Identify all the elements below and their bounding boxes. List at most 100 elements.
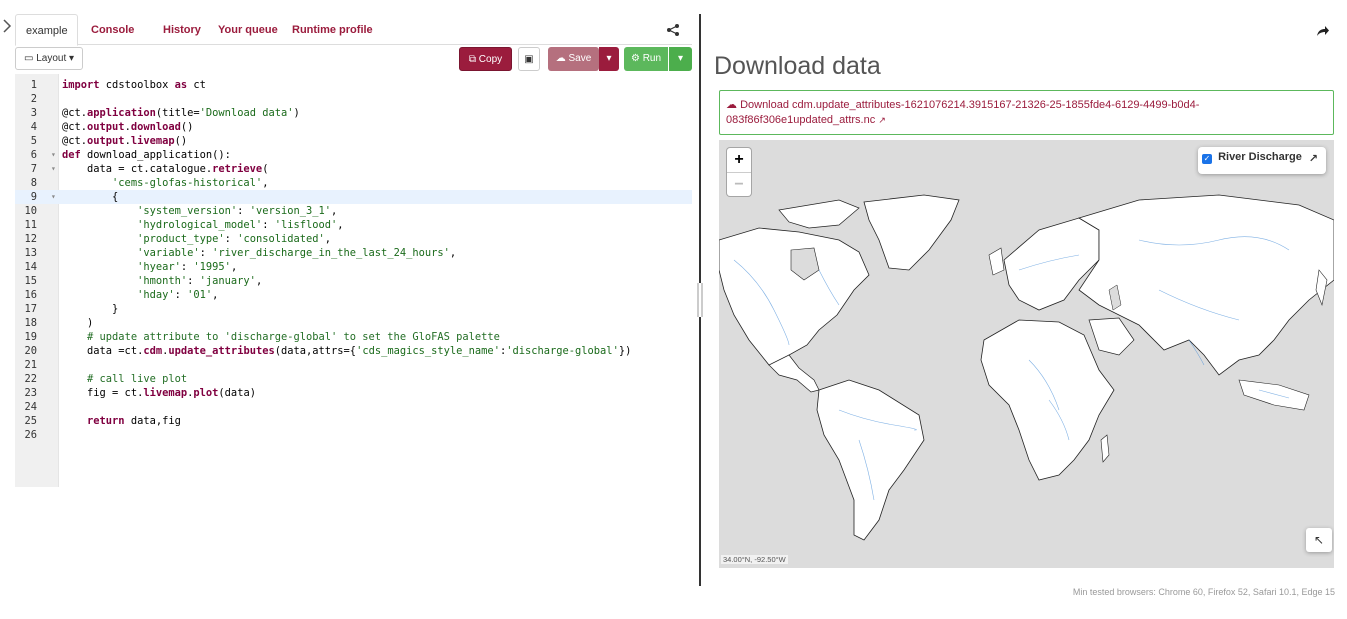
save-options-button[interactable]: ▾ — [599, 47, 619, 71]
code-line[interactable]: 22 # call live plot — [15, 372, 692, 386]
british-isles — [988, 247, 1005, 276]
fold-icon[interactable]: ▾ — [51, 190, 56, 204]
line-number: 7 — [30, 163, 37, 175]
africa — [980, 319, 1115, 481]
line-number: 6 — [30, 149, 37, 161]
cursor-coordinates: 34.00°N, -92.50°W — [721, 555, 788, 564]
madagascar — [1100, 434, 1110, 463]
code-line[interactable]: 25 return data,fig — [15, 414, 692, 428]
run-button[interactable]: ⚙ Run — [624, 47, 668, 71]
code-text: # update attribute to 'discharge-global'… — [87, 331, 500, 343]
tab-runtime-profile[interactable]: Runtime profile — [282, 14, 383, 46]
code-line[interactable]: 10 'system_version': 'version_3_1', — [15, 204, 692, 218]
line-number: 12 — [24, 233, 37, 245]
run-label: Run — [642, 53, 662, 64]
code-line[interactable]: 8 'cems-glofas-historical', — [15, 176, 692, 190]
zoom-in-button[interactable]: + — [727, 148, 751, 172]
code-line[interactable]: 20 data =ct.cdm.update_attributes(data,a… — [15, 344, 692, 358]
tab-console[interactable]: Console — [81, 14, 144, 46]
code-line[interactable]: 13 'variable': 'river_discharge_in_the_l… — [15, 246, 692, 260]
code-line[interactable]: 18 ) — [15, 316, 692, 330]
code-line[interactable]: 11 'hydrological_model': 'lisflood', — [15, 218, 692, 232]
north-america — [719, 227, 870, 371]
layout-dropdown[interactable]: ▭ Layout ▾ — [15, 47, 84, 70]
code-line[interactable]: 17 } — [15, 302, 692, 316]
resize-handle[interactable] — [697, 283, 703, 317]
zoom-control: + − — [727, 148, 751, 196]
line-number: 13 — [24, 247, 37, 259]
save-button[interactable]: ☁ Save — [548, 47, 599, 71]
code-line[interactable]: 24 — [15, 400, 692, 414]
download-link[interactable]: ☁ Download cdm.update_attributes-1621076… — [719, 90, 1334, 135]
code-text: 'system_version': 'version_3_1', — [137, 205, 338, 217]
layer-checkbox[interactable]: ✓ — [1202, 154, 1212, 164]
layer-control: ✓ River Discharge ↗ — [1198, 147, 1326, 174]
zoom-out-button[interactable]: − — [727, 172, 751, 196]
fold-icon[interactable]: ▾ — [51, 162, 56, 176]
line-number: 15 — [24, 275, 37, 287]
code-line[interactable]: 9 ▾ { — [15, 190, 692, 204]
code-text: data = ct.catalogue.retrieve( — [62, 163, 269, 175]
save-label: Save — [568, 53, 592, 64]
layout-label: Layout — [36, 53, 67, 64]
indonesia — [1238, 379, 1310, 411]
code-text: @ct.output.livemap() — [62, 135, 188, 147]
code-line[interactable]: 14 'hyear': '1995', — [15, 260, 692, 274]
download-text: Download cdm.update_attributes-162107621… — [726, 99, 1200, 126]
code-text: fig = ct.livemap.plot(data) — [62, 387, 256, 399]
copy-button[interactable]: ⧉ Copy — [459, 47, 512, 71]
fullscreen-button[interactable]: ↖ — [1306, 528, 1332, 552]
tab-your-queue[interactable]: Your queue — [208, 14, 288, 46]
code-line[interactable]: 6 ▾ def download_application(): — [15, 148, 692, 162]
code-line[interactable]: 21 — [15, 358, 692, 372]
code-line[interactable]: 2 — [15, 92, 692, 106]
code-text: 'hydrological_model': 'lisflood', — [137, 219, 344, 231]
tab-example[interactable]: example — [15, 14, 78, 46]
code-text: 'hday': '01', — [137, 289, 219, 301]
line-number: 19 — [24, 331, 37, 343]
copy-label: Copy — [478, 54, 503, 65]
code-text: 'hyear': '1995', — [137, 261, 238, 273]
line-number: 14 — [24, 261, 37, 273]
code-text: @ct.application(title='Download data') — [62, 107, 300, 119]
collapse-panel-icon[interactable] — [2, 18, 14, 36]
code-text: 'product_type': 'consolidated', — [137, 233, 332, 245]
code-text: def download_application(): — [62, 149, 231, 161]
code-line[interactable]: 1 import cdstoolbox as ct — [15, 78, 692, 92]
code-text: # call live plot — [87, 373, 188, 385]
line-number: 2 — [30, 93, 37, 105]
code-line[interactable]: 16 'hday': '01', — [15, 288, 692, 302]
tab-history[interactable]: History — [153, 14, 211, 46]
line-number: 24 — [24, 401, 37, 413]
gear-icon: ⚙ — [630, 53, 640, 64]
code-line[interactable]: 23 fig = ct.livemap.plot(data) — [15, 386, 692, 400]
expand-icon[interactable]: ↗ — [1309, 149, 1318, 169]
code-line[interactable]: 7 ▾ data = ct.catalogue.retrieve( — [15, 162, 692, 176]
line-number: 1 — [30, 79, 37, 91]
code-line[interactable]: 12 'product_type': 'consolidated', — [15, 232, 692, 246]
code-editor[interactable]: 1 import cdstoolbox as ct 2 3 @ct.applicatio… — [15, 74, 692, 487]
code-line[interactable]: 3 @ct.application(title='Download data') — [15, 106, 692, 120]
line-number: 25 — [24, 415, 37, 427]
monitor-icon: ▭ — [24, 53, 34, 64]
code-line[interactable]: 5 @ct.output.livemap() — [15, 134, 692, 148]
code-text: { — [62, 191, 119, 203]
line-number: 26 — [24, 429, 37, 441]
run-options-button[interactable]: ▾ — [669, 47, 692, 71]
share-forward-icon[interactable] — [1316, 24, 1330, 38]
code-line[interactable]: 4 @ct.output.download() — [15, 120, 692, 134]
line-number: 8 — [30, 177, 37, 189]
caret-down-icon: ▾ — [69, 53, 75, 64]
line-number: 9 — [30, 191, 37, 203]
cloud-download-icon: ☁ — [726, 99, 737, 111]
browser-support-note: Min tested browsers: Chrome 60, Firefox … — [1072, 587, 1335, 597]
code-text: @ct.output.download() — [62, 121, 194, 133]
code-text: 'variable': 'river_discharge_in_the_last… — [137, 247, 457, 259]
code-line[interactable]: 19 # update attribute to 'discharge-glob… — [15, 330, 692, 344]
code-line[interactable]: 15 'hmonth': 'january', — [15, 274, 692, 288]
live-map[interactable]: + − ✓ River Discharge ↗ 34.00°N, -92.50°… — [719, 140, 1334, 568]
save-local-button[interactable]: ▣ — [518, 47, 540, 71]
share-icon[interactable] — [666, 23, 680, 37]
code-line[interactable]: 26 — [15, 428, 692, 442]
fold-icon[interactable]: ▾ — [51, 148, 56, 162]
